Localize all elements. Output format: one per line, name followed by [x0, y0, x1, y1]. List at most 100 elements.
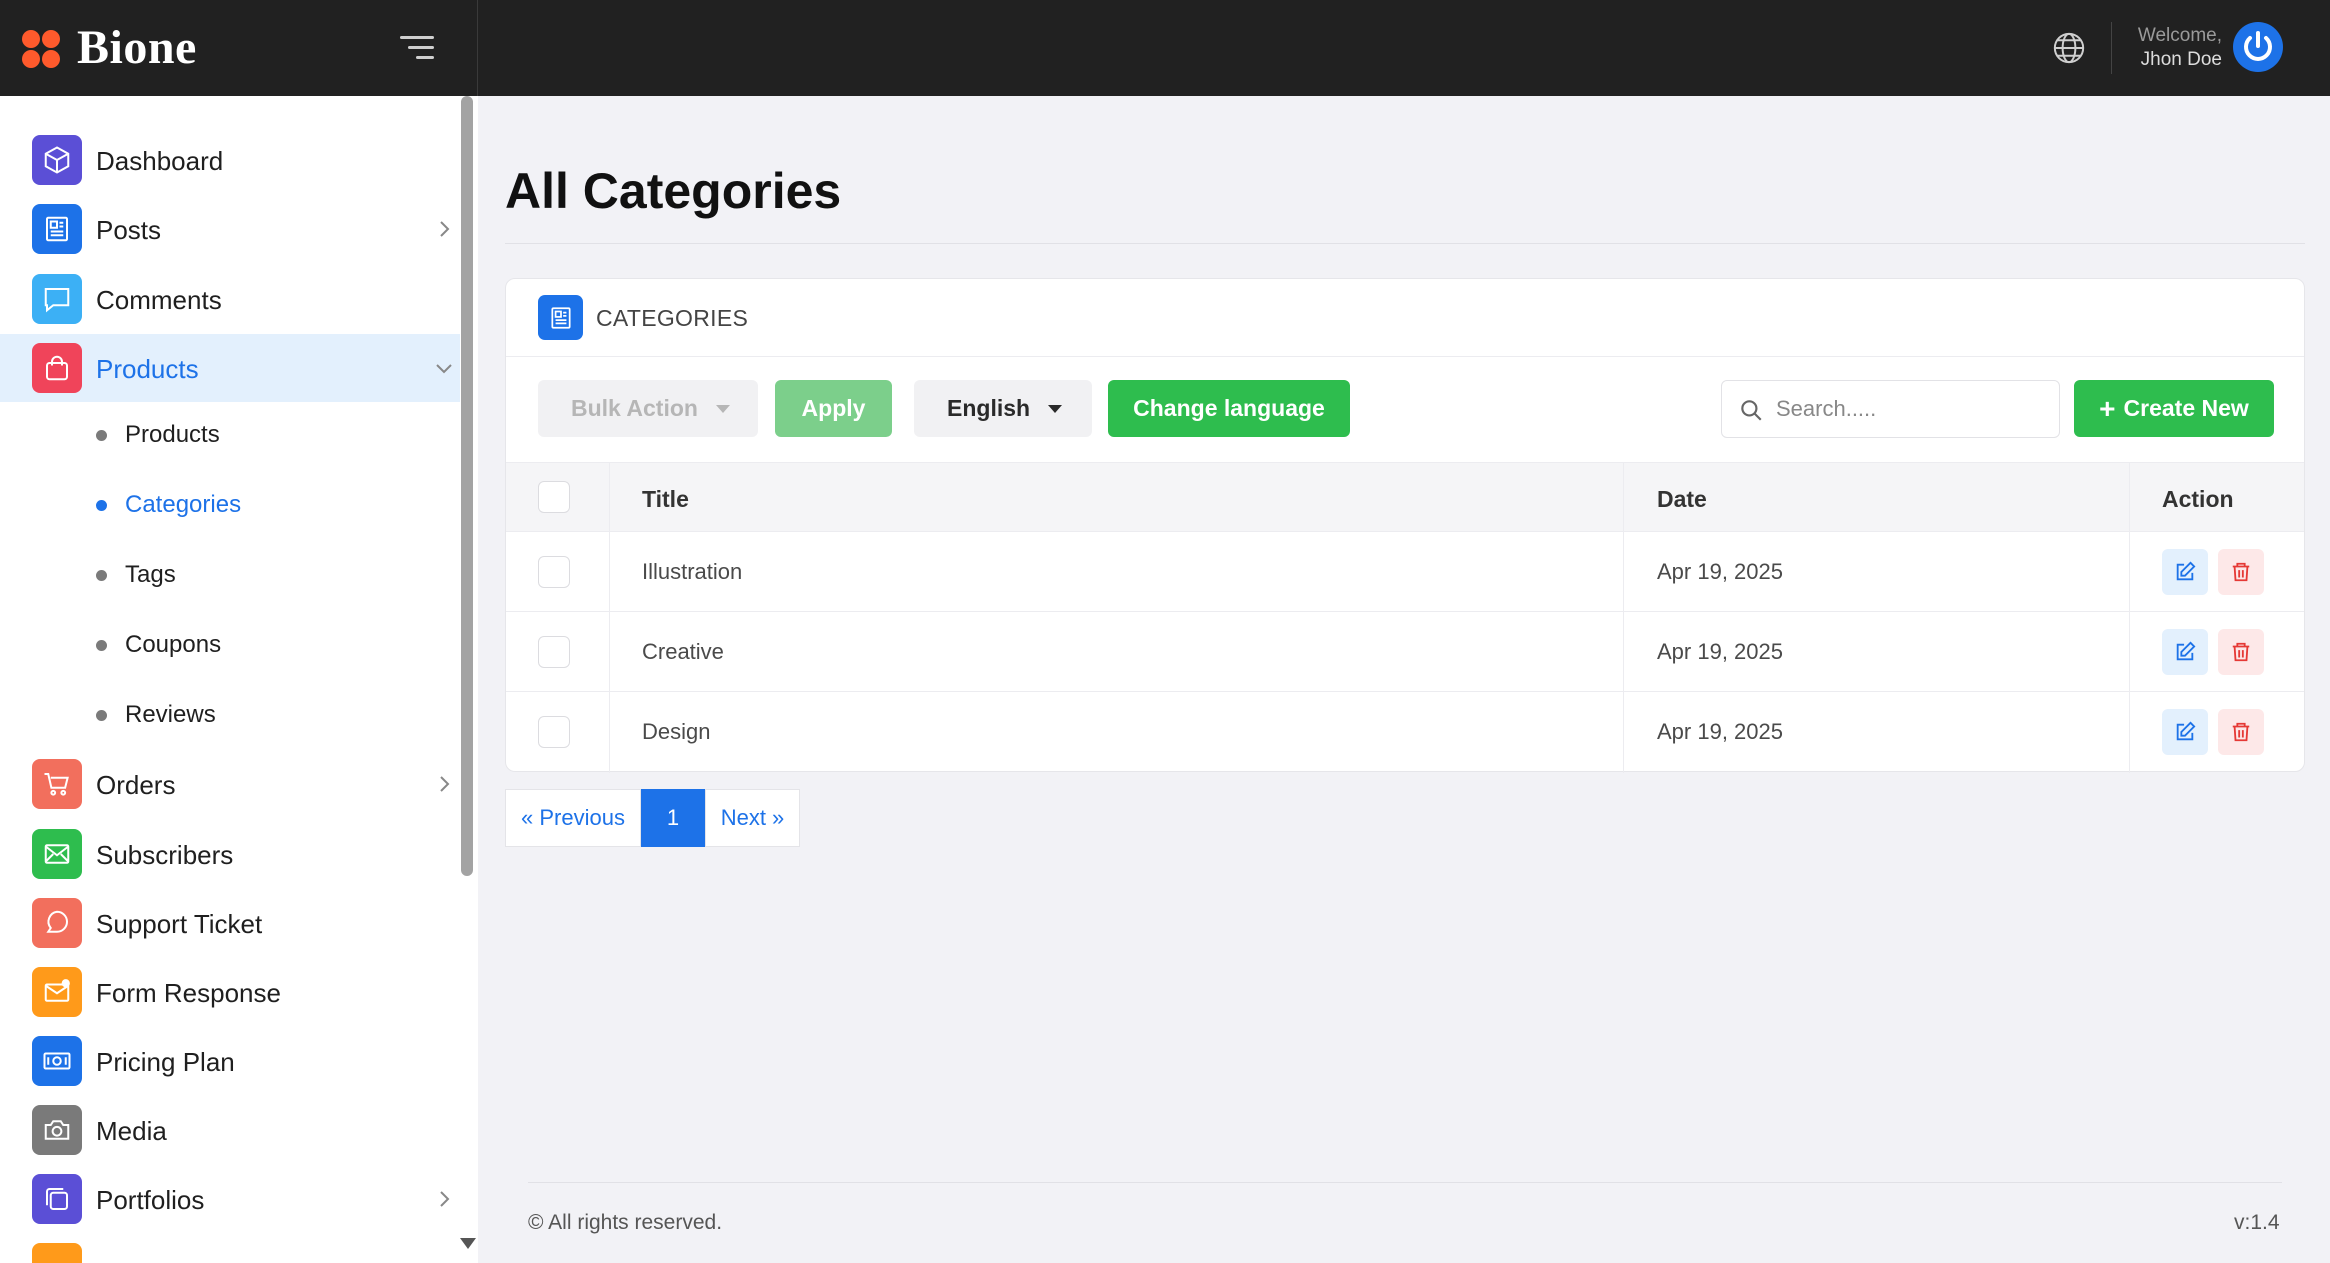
sidebar-item-label: Media — [96, 1116, 167, 1146]
sidebar-subitem-categories[interactable]: Categories — [0, 478, 460, 530]
sidebar-item-orders[interactable]: Orders — [0, 750, 460, 818]
sidebar-item-label: Support Ticket — [96, 909, 263, 939]
search-input[interactable] — [1776, 393, 2046, 425]
sidebar-item-products[interactable]: Products — [0, 334, 460, 402]
sidebar-subitem-products[interactable]: Products — [0, 408, 460, 460]
edit-button[interactable] — [2162, 549, 2208, 595]
edit-button[interactable] — [2162, 709, 2208, 755]
apply-button[interactable]: Apply — [775, 380, 892, 437]
bulk-action-label: Bulk Action — [571, 395, 698, 421]
language-label: English — [947, 395, 1031, 421]
row-checkbox[interactable] — [538, 636, 570, 668]
page-title: All Categories — [505, 163, 842, 219]
edit-icon — [2176, 641, 2196, 661]
sidebar-item-label: Products — [96, 354, 199, 384]
table-row: Illustration Apr 19, 2025 — [506, 532, 2304, 612]
row-checkbox[interactable] — [538, 556, 570, 588]
column-divider — [1623, 462, 1624, 773]
sidebar-item-label: Dashboard — [96, 146, 224, 176]
table-header: Title Date Action — [506, 462, 2304, 532]
comment-icon — [32, 274, 82, 324]
sidebar-subitem-tags[interactable]: Tags — [0, 548, 460, 600]
trash-icon — [2232, 562, 2250, 582]
divider — [505, 243, 2305, 244]
top-divider — [2111, 22, 2112, 74]
bulk-action-select[interactable]: Bulk Action — [538, 380, 758, 437]
welcome-text: Welcome, Jhon Doe — [2120, 24, 2222, 72]
categories-card: CATEGORIES Bulk Action Apply English Cha… — [505, 278, 2305, 773]
sidebar-item-label: Form Response — [96, 978, 281, 1008]
edit-button[interactable] — [2162, 629, 2208, 675]
sidebar-subitem-reviews[interactable]: Reviews — [0, 688, 460, 740]
bullet-icon — [96, 710, 107, 721]
sidebar-item-portfolios[interactable]: Portfolios — [0, 1165, 460, 1233]
delete-button[interactable] — [2218, 549, 2264, 595]
sidebar-item-support-ticket[interactable]: Support Ticket — [0, 889, 460, 957]
sidebar-item-label: Portfolios — [96, 1185, 205, 1215]
shopping-bag-icon — [32, 343, 82, 393]
trash-icon — [2232, 642, 2250, 662]
chat-icon — [32, 898, 82, 948]
layers-icon — [32, 1174, 82, 1224]
mail-icon — [32, 829, 82, 879]
delete-button[interactable] — [2218, 629, 2264, 675]
cell-date: Apr 19, 2025 — [1657, 639, 1783, 664]
sidebar-item-label: Posts — [96, 215, 162, 245]
sidebar-item-partial[interactable] — [0, 1234, 460, 1263]
chevron-right-icon — [440, 1191, 450, 1207]
edit-icon — [2176, 561, 2196, 581]
scroll-down-icon[interactable] — [460, 1238, 476, 1249]
cell-title: Design — [642, 719, 711, 744]
pagination: « Previous 1 Next » — [505, 789, 800, 847]
sidebar-item-dashboard[interactable]: Dashboard — [0, 126, 460, 194]
previous-page-button[interactable]: « Previous — [505, 789, 641, 847]
sidebar-item-label: Orders — [96, 770, 176, 800]
sidebar-scrollbar[interactable] — [461, 96, 473, 876]
column-divider — [2129, 462, 2130, 773]
edit-icon — [2176, 721, 2196, 741]
globe-icon[interactable] — [2052, 31, 2086, 65]
sidebar: Dashboard Posts Comments Products Produc… — [0, 96, 478, 1263]
money-icon — [32, 1036, 82, 1086]
page-1-button[interactable]: 1 — [641, 789, 705, 847]
user-name: Jhon Doe — [2140, 49, 2222, 70]
newspaper-icon — [538, 295, 583, 340]
sidebar-item-form-response[interactable]: Form Response — [0, 958, 460, 1026]
column-header-action: Action — [2162, 486, 2234, 512]
column-divider — [609, 462, 610, 773]
change-language-button[interactable]: Change language — [1108, 380, 1350, 437]
footer-divider — [528, 1182, 2282, 1183]
chevron-down-icon — [436, 364, 452, 374]
sidebar-item-posts[interactable]: Posts — [0, 195, 460, 263]
table-row: Creative Apr 19, 2025 — [506, 612, 2304, 692]
column-header-title: Title — [642, 486, 689, 512]
table-row: Design Apr 19, 2025 — [506, 692, 2304, 772]
envelope-notify-icon — [32, 967, 82, 1017]
menu-toggle-icon[interactable] — [400, 34, 434, 62]
divider — [506, 356, 2304, 357]
chevron-right-icon — [440, 776, 450, 792]
sidebar-item-label: Subscribers — [96, 840, 234, 870]
version-text: v:1.4 — [2234, 1211, 2280, 1234]
camera-icon — [32, 1105, 82, 1155]
welcome-label: Welcome, — [2137, 25, 2222, 46]
next-page-button[interactable]: Next » — [705, 789, 800, 847]
power-icon — [2244, 31, 2272, 61]
sidebar-item-comments[interactable]: Comments — [0, 265, 460, 333]
bullet-icon — [96, 640, 107, 651]
select-all-checkbox[interactable] — [538, 481, 570, 513]
row-checkbox[interactable] — [538, 716, 570, 748]
logo-icon — [22, 30, 62, 70]
sidebar-item-media[interactable]: Media — [0, 1096, 460, 1164]
sidebar-item-subscribers[interactable]: Subscribers — [0, 820, 460, 888]
create-new-button[interactable]: + Create New — [2074, 380, 2274, 437]
avatar[interactable] — [2233, 22, 2283, 72]
language-select[interactable]: English — [914, 380, 1092, 437]
sidebar-subitem-label: Categories — [125, 491, 242, 518]
delete-button[interactable] — [2218, 709, 2264, 755]
logo-text: Bione — [77, 21, 197, 74]
sidebar-item-pricing-plan[interactable]: Pricing Plan — [0, 1027, 460, 1095]
caret-down-icon — [715, 404, 730, 413]
sidebar-subitem-coupons[interactable]: Coupons — [0, 618, 460, 670]
search-icon — [1741, 400, 1762, 421]
